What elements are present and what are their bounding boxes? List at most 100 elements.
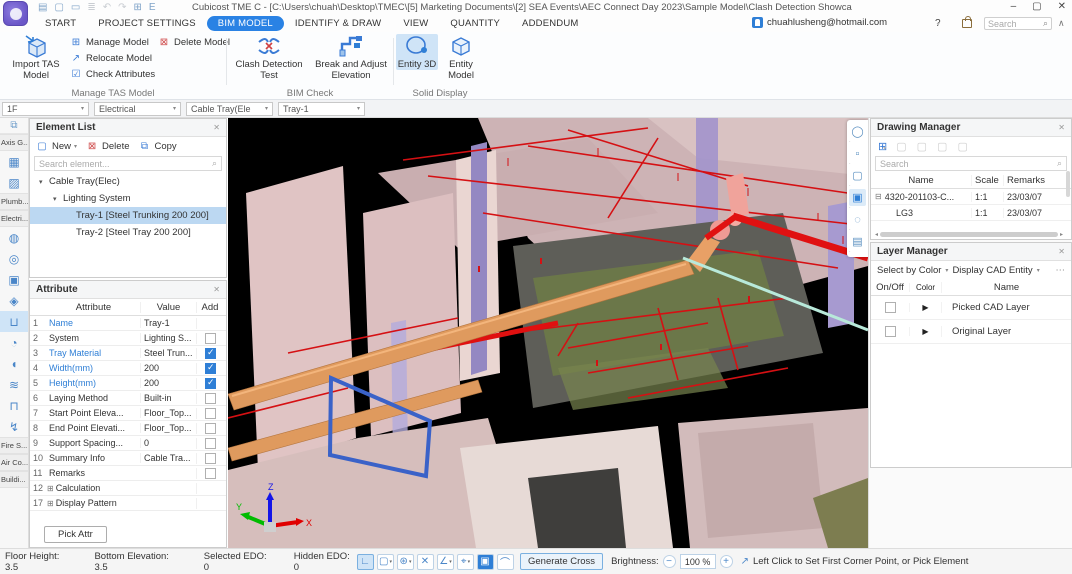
add-checkbox[interactable] <box>205 438 216 449</box>
clash-detection-test-button[interactable]: Clash Detection Test <box>229 34 309 82</box>
attribute-row[interactable]: 17 ⊞ Display Pattern <box>30 496 226 511</box>
account-chip[interactable]: chuahlusheng@hotmail.com <box>752 17 887 28</box>
add-drawing-icon[interactable]: ⊞▾ <box>878 140 886 153</box>
drawing-row[interactable]: LG3 1:1 23/03/07 <box>871 205 1071 221</box>
add-checkbox[interactable] <box>205 348 216 359</box>
section-electrical[interactable]: Electri... <box>0 210 28 227</box>
add-checkbox[interactable] <box>205 378 216 389</box>
snap-icon[interactable]: ⊛▾ <box>397 554 414 570</box>
tree-expander-icon[interactable]: ▾ <box>53 195 60 203</box>
ribbon-tab[interactable]: BIM MODEL <box>207 16 284 31</box>
lighting-icon[interactable]: ◍ <box>0 227 28 248</box>
attribute-value[interactable]: Floor_Top... <box>140 408 196 418</box>
attribute-row[interactable]: 11 Remarks <box>30 466 226 481</box>
add-checkbox[interactable] <box>205 423 216 434</box>
tree-item[interactable]: ▾ Lighting System <box>30 190 226 207</box>
ribbon-tab[interactable]: VIEW <box>392 16 439 31</box>
add-checkbox[interactable] <box>205 393 216 404</box>
section-plumbing[interactable]: Plumb... <box>0 193 28 210</box>
global-search-input[interactable]: Search ⌕ <box>984 17 1052 30</box>
conduit-icon[interactable]: ◔ <box>0 332 28 353</box>
store-bag-icon[interactable] <box>962 19 972 28</box>
attribute-value[interactable]: Built-in <box>140 393 196 403</box>
delete-model-button[interactable]: ⊠ Delete Model <box>158 35 230 50</box>
attribute-row[interactable]: 1 Name Tray-1 <box>30 316 226 331</box>
brightness-plus-button[interactable]: + <box>720 555 733 568</box>
panel-pin-icon[interactable]: ⧉ <box>0 118 28 134</box>
select-by-color-button[interactable]: Select by Color <box>877 265 941 276</box>
expand-icon[interactable]: ⊞ <box>47 484 54 493</box>
solid-view-icon[interactable]: ▣ <box>849 189 866 206</box>
attribute-row[interactable]: 6 Laying Method Built-in <box>30 391 226 406</box>
angle-icon[interactable]: ∠▾ <box>437 554 454 570</box>
deselect-icon[interactable]: ✕ <box>417 554 434 570</box>
busbar-icon[interactable]: ⊓ <box>0 395 28 416</box>
rotate-view-icon[interactable]: ◌ <box>849 211 866 228</box>
attribute-row[interactable]: 4 Width(mm) 200 <box>30 361 226 376</box>
arc-icon[interactable]: ⌒ <box>497 554 514 570</box>
manage-model-button[interactable]: ⊞ Manage Model <box>70 35 155 50</box>
delete-element-button[interactable]: ⊠ Delete <box>86 139 129 154</box>
grid-icon[interactable]: ▦ <box>0 151 28 172</box>
secondary-axis-icon[interactable]: ▨ <box>0 172 28 193</box>
layout-icon[interactable]: ⊞ <box>134 1 142 14</box>
close-icon[interactable]: ✕ <box>213 123 220 132</box>
break-adjust-elevation-button[interactable]: Break and Adjust Elevation <box>311 34 391 82</box>
more-options-icon[interactable]: ⋯ <box>1056 265 1066 276</box>
wire-icon[interactable]: ◖ <box>0 353 28 374</box>
section-building[interactable]: Buildi... <box>0 471 28 488</box>
expand-icon[interactable]: ⊟ <box>875 192 882 201</box>
attribute-value[interactable]: Cable Tra... <box>140 453 196 463</box>
display-cad-entity-button[interactable]: Display CAD Entity <box>952 265 1032 276</box>
cable-icon[interactable]: ≋ <box>0 374 28 395</box>
section-axis-grid[interactable]: Axis G... <box>0 134 28 151</box>
attribute-value[interactable]: 200 <box>140 378 196 388</box>
attribute-row[interactable]: 10 Summary Info Cable Tra... <box>30 451 226 466</box>
new-element-button[interactable]: ▢ New <box>36 139 71 154</box>
orbit-view-icon[interactable]: ◯ <box>849 123 866 140</box>
layer-visibility-checkbox[interactable] <box>885 326 896 337</box>
attribute-row[interactable]: 2 System Lighting S... <box>30 331 226 346</box>
rect-select-icon[interactable]: ▢▾ <box>377 554 394 570</box>
close-icon[interactable]: ✕ <box>213 285 220 294</box>
layer-expand-icon[interactable]: ▶ <box>909 327 941 336</box>
attribute-value[interactable]: Lighting S... <box>140 333 196 343</box>
attribute-value[interactable]: 0 <box>140 438 196 448</box>
drawing-tool-icon[interactable]: ▢ <box>896 140 906 153</box>
new-file-icon[interactable]: ▢ <box>54 1 63 14</box>
mini-map-icon[interactable]: ▫ <box>849 145 866 162</box>
close-button[interactable]: ✕ <box>1058 1 1066 12</box>
e-tool-icon[interactable]: E <box>149 1 156 14</box>
collapse-ribbon-icon[interactable]: ∧ <box>1058 18 1065 29</box>
wireframe-view-icon[interactable]: ▢ <box>849 167 866 184</box>
section-fire-safety[interactable]: Fire S... <box>0 437 28 454</box>
import-tas-model-button[interactable]: Import TAS Model <box>4 34 68 82</box>
drawing-tool-icon[interactable]: ▢ <box>937 140 947 153</box>
drawing-tool-icon[interactable]: ▢ <box>957 140 967 153</box>
layer-expand-icon[interactable]: ▶ <box>909 303 941 312</box>
tree-item[interactable]: ▾ Cable Tray(Elec) <box>30 173 226 190</box>
category-select[interactable]: Cable Tray(Ele▾ <box>186 102 273 116</box>
undo-icon[interactable]: ↶ <box>103 1 111 14</box>
close-icon[interactable]: ✕ <box>1058 247 1065 256</box>
tree-item[interactable]: Tray-1 [Steel Trunking 200 200] <box>30 207 226 224</box>
save-icon[interactable]: ▤ <box>38 1 47 14</box>
add-checkbox[interactable] <box>205 333 216 344</box>
lightning-rod-icon[interactable]: ↯ <box>0 416 28 437</box>
layer-visibility-checkbox[interactable] <box>885 302 896 313</box>
view-settings-icon[interactable]: ▤ <box>849 233 866 250</box>
attribute-row[interactable]: 5 Height(mm) 200 <box>30 376 226 391</box>
close-icon[interactable]: ✕ <box>1058 123 1065 132</box>
open-folder-icon[interactable]: ▭ <box>71 1 80 14</box>
attribute-value[interactable]: Steel Trun... <box>140 348 196 358</box>
model-viewport[interactable]: Z Y X ◯ · ▫ · ▢ · <box>228 118 868 548</box>
attribute-value[interactable]: 200 <box>140 363 196 373</box>
drawing-search-input[interactable]: Search ⌕ <box>875 156 1067 171</box>
add-checkbox[interactable] <box>205 363 216 374</box>
tree-item[interactable]: Tray-2 [Steel Tray 200 200] <box>30 224 226 241</box>
drawing-row[interactable]: ⊟ 4320-201103-C... 1:1 23/03/07 <box>871 189 1071 205</box>
cable-tray-icon[interactable]: ⊔ <box>0 311 28 332</box>
ribbon-tab[interactable]: ADDENDUM <box>511 16 590 31</box>
generate-cross-button[interactable]: Generate Cross <box>520 553 603 570</box>
fan-icon[interactable]: ◎ <box>0 248 28 269</box>
